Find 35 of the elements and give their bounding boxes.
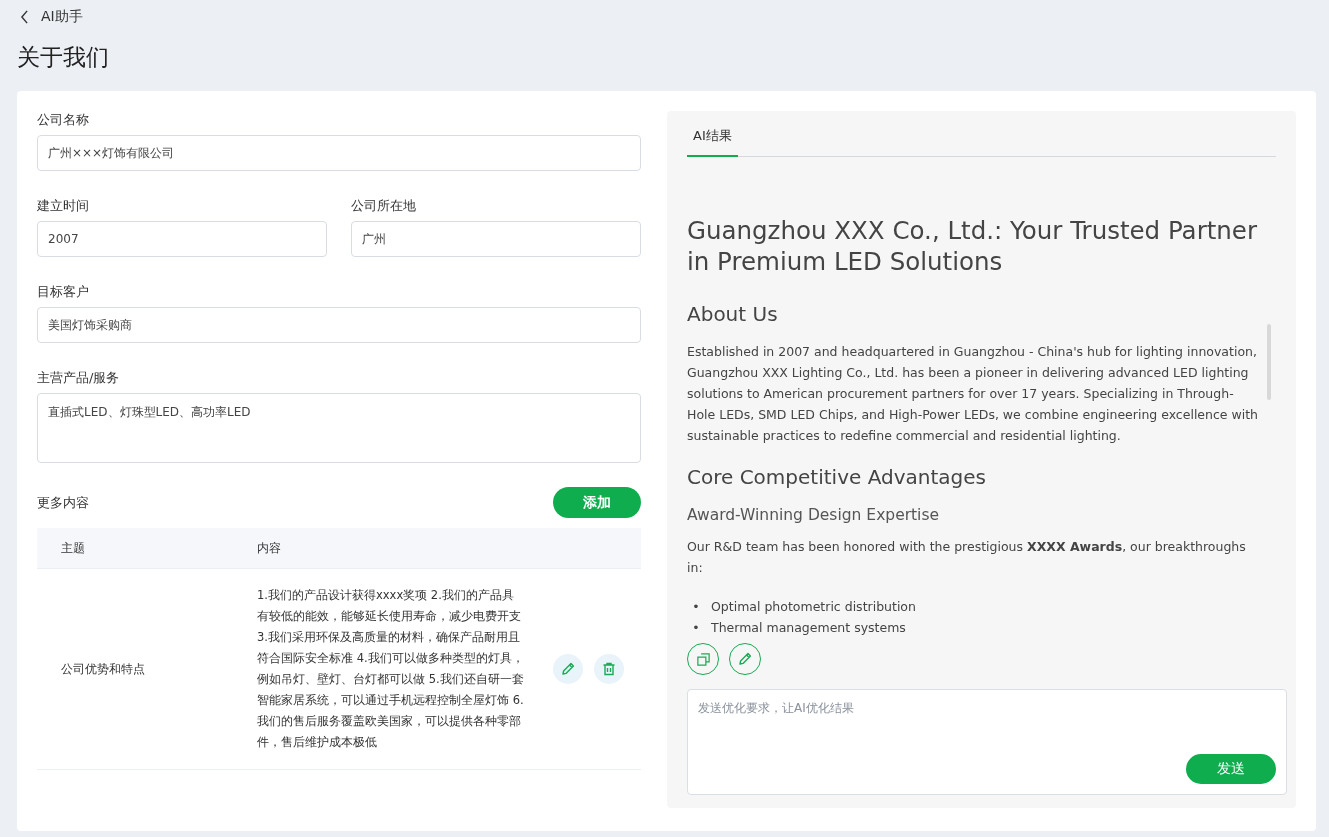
list-item: Optimal photometric distribution — [711, 598, 916, 616]
paragraph: Our R&D team has been honored with the prestigious XXXX Awards, our breakthroughs in: — [687, 538, 1247, 577]
field-label: 公司名称 — [37, 111, 90, 129]
pencil-icon — [560, 661, 576, 677]
input-field[interactable]: 美国灯饰采购商 — [37, 307, 641, 343]
section-heading: About Us — [687, 301, 779, 327]
table-cell-text: 1.我们的产品设计获得xxxx奖项 2.我们的产品具有较低的能效，能够延长使用寿命，减少电费开支 3.我们采用环保及高质量的材料，确保产品耐用且符合国际安全标准 4.我们可以做多种类型的灯具，例如吊灯、壁灯、台灯都可以做 5.我们还自研一套智能家居系统，可以通过手机远程控制全屋灯饰 6.我们的售后服务覆盖欧美国家，可以提供各种零部件，售后维护成本极低 — [256, 587, 525, 751]
field-label: 主营产品/服务 — [37, 369, 121, 387]
chevron-left-icon — [20, 10, 29, 24]
field-label: 目标客户 — [37, 283, 90, 301]
tab[interactable]: AI结果 — [687, 121, 738, 157]
delete-button[interactable] — [594, 654, 624, 684]
table-cell-text: 公司优势和特点 — [60, 661, 146, 677]
paragraph: Established in 2007 and headquartered in Guangzhou - China's hub for lighting innovation, Guangzhou XXX Lighting Co., Ltd. has been a pioneer in delivering advanced LED lighting solutions to American procurement partners for over 17 years. Specializing in Through-Hole LEDs, SMD LED Chips, and High-Power LEDs, we combine engineering excellence with sustainable practices to redefine commercial and residential lighting. — [687, 343, 1259, 445]
input-field[interactable]: 广州×××灯饰有限公司 — [37, 135, 641, 171]
column-header: 内容 — [256, 539, 281, 557]
trash-icon — [601, 661, 617, 677]
edit-button[interactable] — [553, 654, 583, 684]
section-title: 更多内容 — [37, 493, 89, 512]
list-item: Thermal management systems — [711, 619, 906, 637]
text-area[interactable]: 直插式LED、灯珠型LED、高功率LED — [37, 393, 641, 463]
pencil-icon — [737, 651, 753, 667]
copy-icon — [695, 651, 711, 667]
page-title: 关于我们 — [17, 43, 110, 72]
result-heading: Guangzhou XXX Co., Ltd.: Your Trusted Partner in Premium LED Solutions — [687, 215, 1258, 277]
field-label: 建立时间 — [37, 197, 90, 215]
subsection-heading: Award-Winning Design Expertise — [687, 505, 941, 526]
input-field[interactable]: 广州 — [351, 221, 641, 257]
column-header: 主题 — [60, 539, 86, 557]
input-field[interactable]: 2007 — [37, 221, 327, 257]
section-heading: Core Competitive Advantages — [687, 464, 987, 490]
field-label: 公司所在地 — [351, 197, 417, 215]
bullet: • — [691, 598, 701, 616]
back-button[interactable]: AI助手 — [17, 8, 83, 26]
bullet: • — [691, 619, 701, 637]
